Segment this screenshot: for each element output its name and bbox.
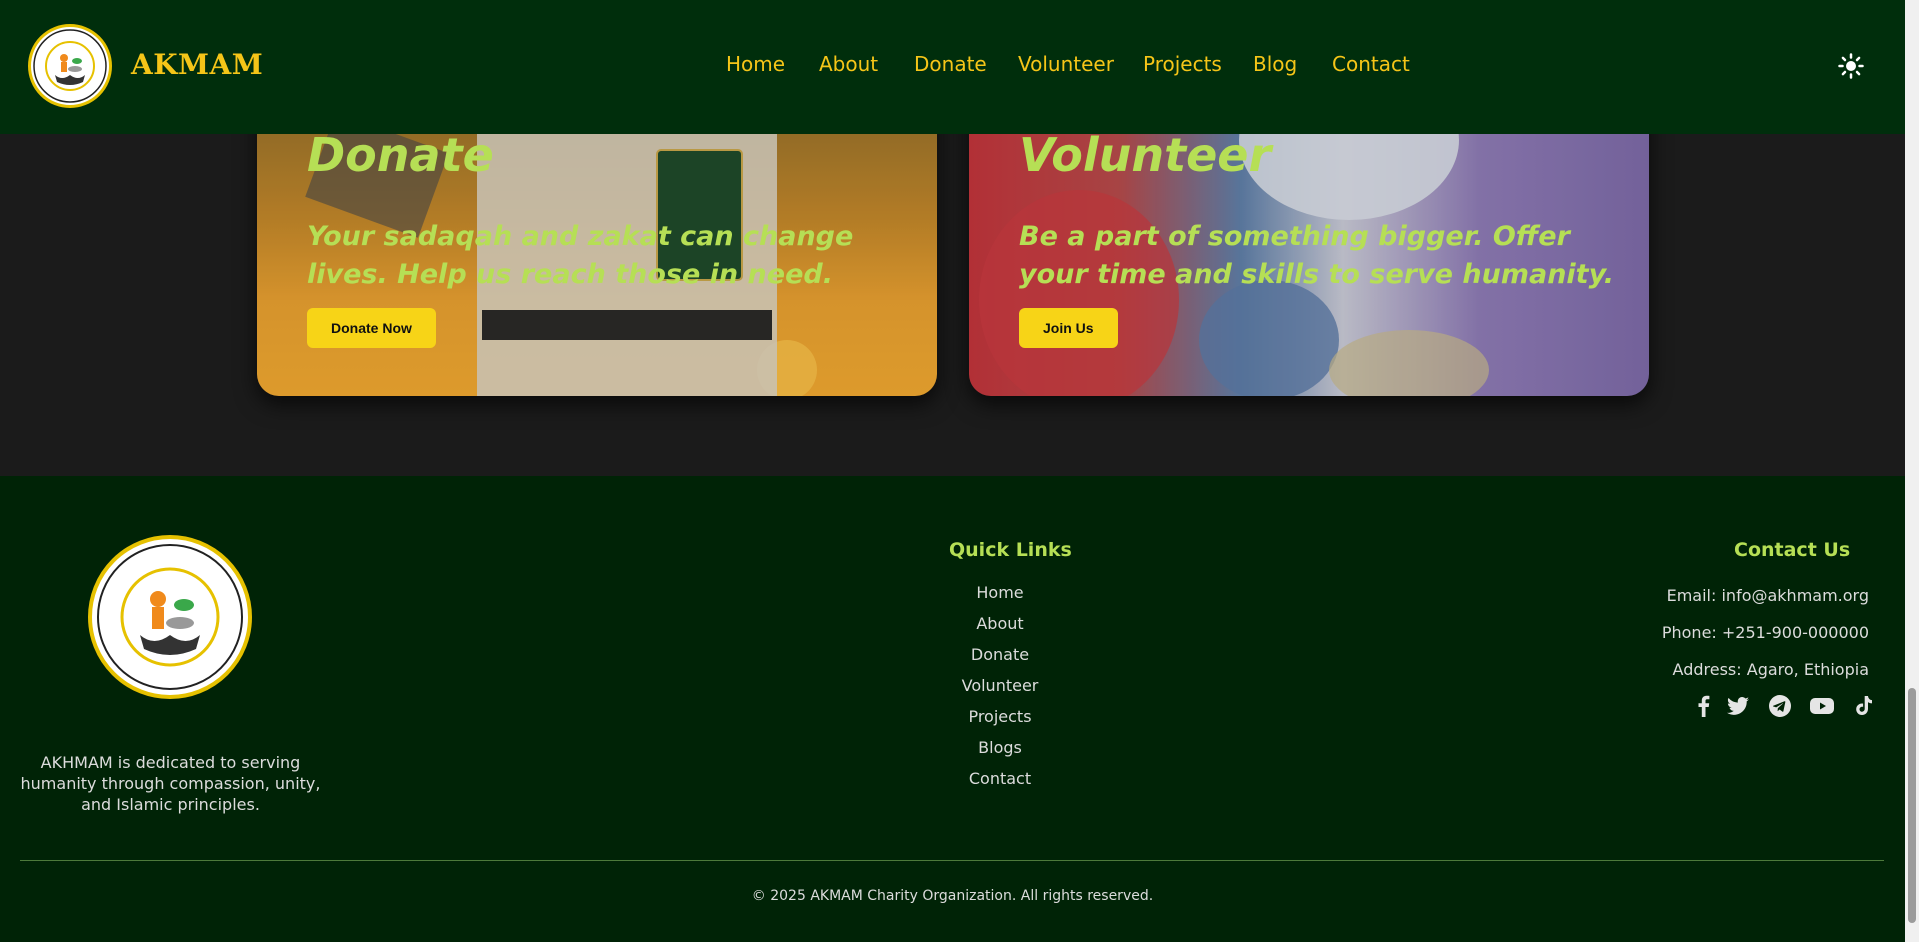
scrollbar[interactable] xyxy=(1905,0,1919,942)
volunteer-card-title: Volunteer xyxy=(1019,128,1272,182)
twitter-icon[interactable] xyxy=(1725,693,1751,719)
contact-address: Address: Agaro, Ethiopia xyxy=(1672,660,1869,679)
donate-now-button[interactable]: Donate Now xyxy=(307,308,436,348)
nav-projects[interactable]: Projects xyxy=(1143,52,1222,76)
nav-home[interactable]: Home xyxy=(726,52,785,76)
nav-volunteer[interactable]: Volunteer xyxy=(1018,52,1114,76)
nav-donate[interactable]: Donate xyxy=(914,52,987,76)
contact-email: Email: info@akhmam.org xyxy=(1666,586,1869,605)
nav-contact[interactable]: Contact xyxy=(1332,52,1410,76)
copyright-text: © 2025 AKMAM Charity Organization. All r… xyxy=(751,888,1154,904)
footer-link-blogs[interactable]: Blogs xyxy=(900,732,1100,763)
footer-link-home[interactable]: Home xyxy=(900,577,1100,608)
contact-us-title: Contact Us xyxy=(1734,539,1851,561)
footer-link-donate[interactable]: Donate xyxy=(900,639,1100,670)
facebook-icon[interactable] xyxy=(1691,693,1717,719)
footer-logo-icon xyxy=(88,535,252,699)
footer-link-about[interactable]: About xyxy=(900,608,1100,639)
site-header: AKMAM Home About Donate Volunteer Projec… xyxy=(0,0,1905,134)
scrollbar-thumb[interactable] xyxy=(1908,688,1916,923)
tiktok-icon[interactable] xyxy=(1851,693,1877,719)
quick-links: Home About Donate Volunteer Projects Blo… xyxy=(900,577,1100,794)
telegram-icon[interactable] xyxy=(1767,693,1793,719)
contact-info: Email: info@akhmam.org Phone: +251-900-0… xyxy=(1609,577,1869,688)
youtube-icon[interactable] xyxy=(1809,693,1835,719)
footer-link-contact[interactable]: Contact xyxy=(900,763,1100,794)
volunteer-card-text: Be a part of something bigger. Offer you… xyxy=(1019,221,1614,290)
join-us-button[interactable]: Join Us xyxy=(1019,308,1118,348)
footer-link-projects[interactable]: Projects xyxy=(900,701,1100,732)
nav-blog[interactable]: Blog xyxy=(1253,52,1297,76)
footer-link-volunteer[interactable]: Volunteer xyxy=(900,670,1100,701)
quick-links-title: Quick Links xyxy=(949,539,1072,561)
site-footer: AKHMAM is dedicated to serving humanity … xyxy=(0,476,1905,942)
contact-phone: Phone: +251-900-000000 xyxy=(1661,623,1869,642)
sun-icon[interactable] xyxy=(1838,53,1864,79)
main-nav: Home About Donate Volunteer Projects Blo… xyxy=(0,52,1905,82)
footer-divider xyxy=(20,860,1884,861)
donate-card-text: Your sadaqah and zakat can change lives.… xyxy=(307,221,854,290)
donate-card-title: Donate xyxy=(307,128,494,182)
social-links xyxy=(1691,693,1872,719)
nav-about[interactable]: About xyxy=(819,52,878,76)
footer-about-text: AKHMAM is dedicated to serving humanity … xyxy=(20,753,321,814)
